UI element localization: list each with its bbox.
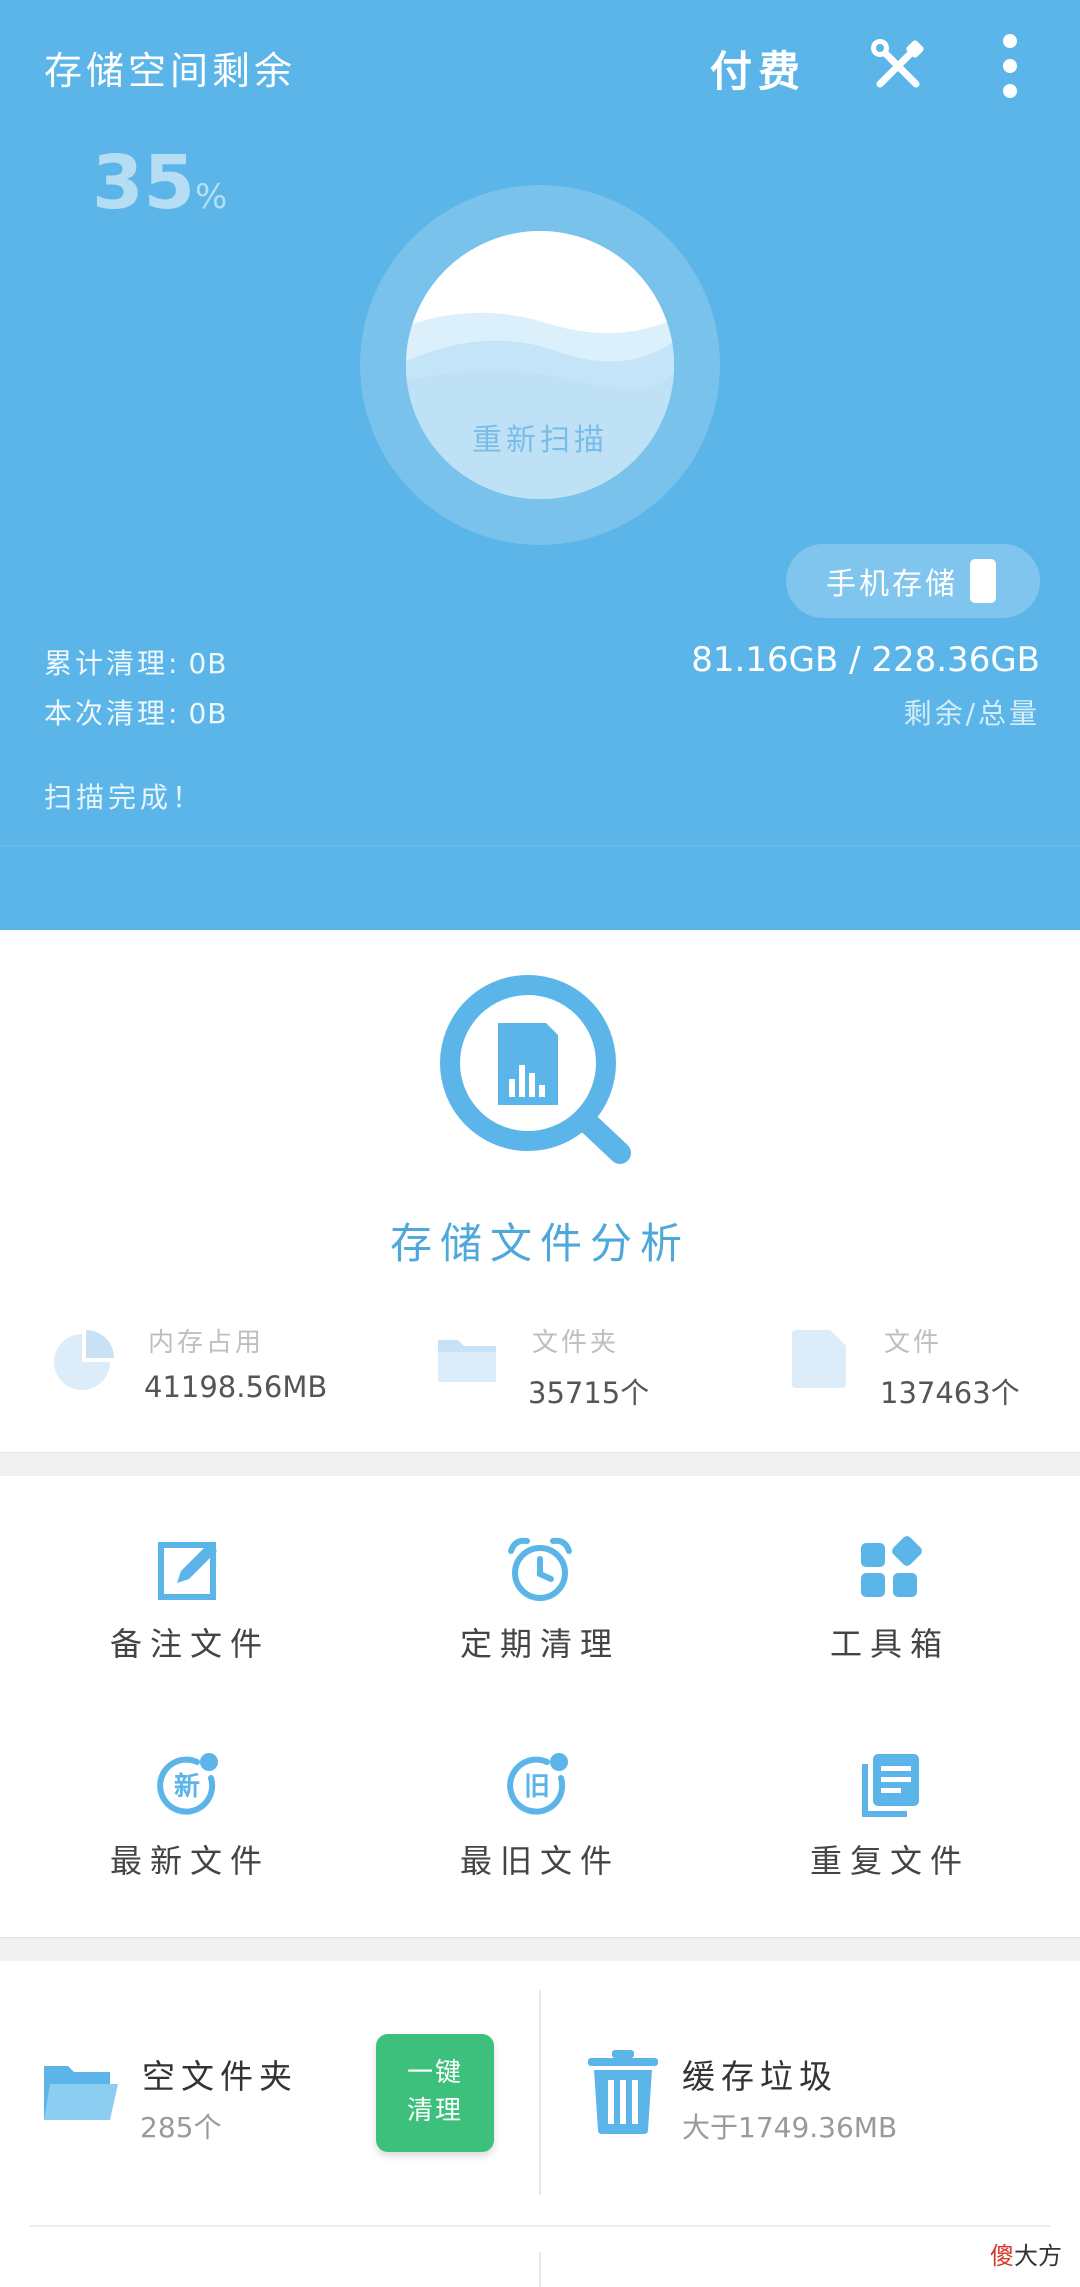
rescan-label[interactable]: 重新扫描 [406,415,674,459]
grid-item-scheduled-clean[interactable]: 定期清理 [360,1535,720,1715]
remaining-percent: 35% [92,140,227,226]
cache-junk-title: 缓存垃圾 [682,2057,838,2096]
new-file-icon: 新 [157,1753,218,1815]
storage-analysis-icon[interactable] [440,975,640,1175]
stat-label: 文件夹 [532,1328,620,1358]
file-icon [788,1328,850,1390]
cache-junk-size: 大于1749.36MB [682,2111,898,2144]
card-divider [539,2252,541,2287]
toolbox-icon [861,1536,922,1597]
percent-value: 35 [92,140,195,226]
grid-label: 定期清理 [459,1625,620,1663]
stat-value: 137463个 [880,1376,1020,1410]
folder-icon [436,1328,498,1390]
section-divider [0,1937,1080,1961]
clean-button-line1: 一键 [406,2058,463,2088]
watermark-red: 傻 [990,2242,1014,2270]
this-cleaned-label: 本次清理: [44,697,181,730]
more-icon[interactable] [992,34,1028,98]
edit-icon [158,1542,217,1600]
grid-label: 重复文件 [809,1842,970,1880]
storage-caption: 剩余/总量 [903,697,1040,730]
grid-item-oldest-files[interactable]: 旧 最旧文件 [360,1748,720,1928]
row-divider [30,2225,1050,2227]
alarm-clock-icon [508,1537,572,1601]
new-badge-text: 新 [174,1771,200,1802]
empty-folder-icon [42,2060,120,2130]
old-file-icon: 旧 [507,1753,568,1815]
watermark-rest: 大方 [1014,2242,1062,2270]
stat-label: 内存占用 [148,1328,265,1358]
clean-button-line2: 清理 [406,2096,463,2126]
total-cleaned: 累计清理: 0B [44,642,227,682]
grid-label: 最旧文件 [459,1842,620,1880]
app-screen: 存储空间剩余 付费 35% 重新扫描 手机存储 累计清理: 0B 本次清理: 0… [0,0,1080,2287]
stat-value: 35715个 [528,1376,650,1410]
stat-value: 41198.56MB [144,1370,328,1404]
scan-status: 扫描完成！ [44,781,205,814]
stat-files: 文件 137463个 [788,1318,1028,1418]
pay-button[interactable]: 付费 [710,38,806,99]
total-cleaned-label: 累计清理: [44,647,181,680]
grid-label: 工具箱 [829,1625,950,1663]
tools-icon[interactable] [868,36,928,96]
this-cleaned: 本次清理: 0B [44,692,227,732]
old-badge-text: 旧 [524,1772,550,1802]
empty-folder-count: 285个 [140,2111,222,2144]
one-click-clean-button[interactable]: 一键 清理 [376,2034,494,2152]
card-divider [539,1990,541,2195]
phone-icon [970,559,996,603]
trash-icon [586,2050,660,2138]
pie-chart-icon [52,1328,114,1390]
header-bottom-band [0,845,1080,930]
this-cleaned-value: 0B [188,697,228,730]
phone-storage-label: 手机存储 [826,567,958,602]
storage-value: 81.16GB / 228.36GB [691,640,1040,680]
grid-item-toolbox[interactable]: 工具箱 [710,1535,1070,1715]
stat-label: 文件 [884,1328,943,1358]
percent-unit: % [194,177,228,217]
empty-folder-title: 空文件夹 [142,2057,298,2096]
grid-item-notes[interactable]: 备注文件 [10,1535,370,1715]
stat-memory-usage: 内存占用 41198.56MB [52,1318,327,1418]
stat-folders: 文件夹 35715个 [436,1318,676,1418]
analysis-title: 存储文件分析 [389,1219,690,1268]
watermark: 傻大方 [990,2236,1062,2271]
duplicate-file-icon [862,1754,919,1817]
phone-storage-button[interactable]: 手机存储 [786,544,1040,618]
grid-label: 备注文件 [109,1625,270,1663]
page-title: 存储空间剩余 [44,49,297,93]
total-cleaned-value: 0B [188,647,228,680]
grid-label: 最新文件 [109,1842,270,1880]
grid-item-duplicate-files[interactable]: 重复文件 [710,1748,1070,1928]
grid-item-newest-files[interactable]: 新 最新文件 [10,1748,370,1928]
section-divider [0,1452,1080,1476]
